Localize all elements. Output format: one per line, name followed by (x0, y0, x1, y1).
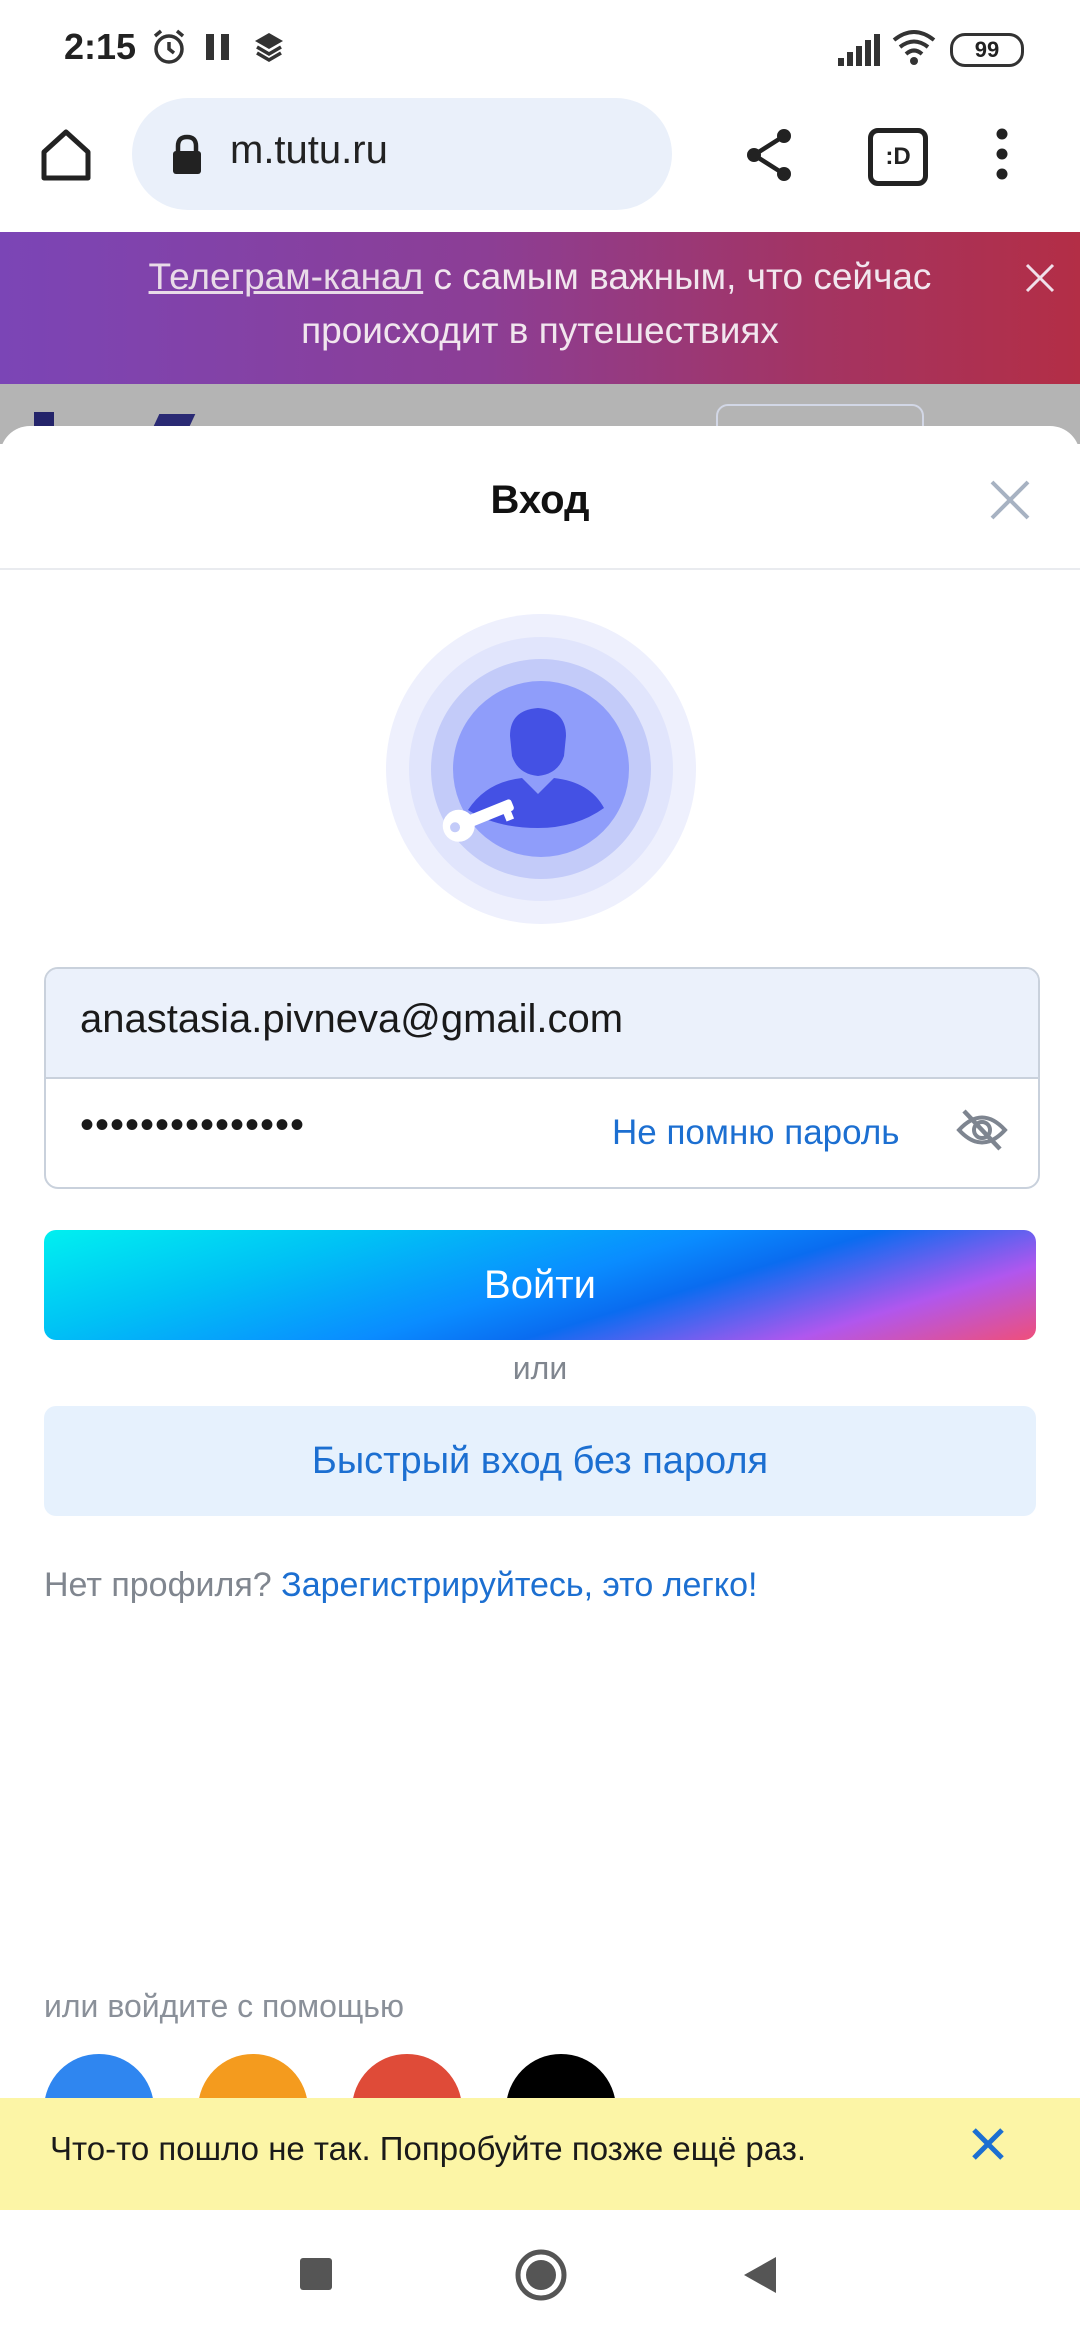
alarm-icon (153, 29, 185, 64)
register-prompt: Нет профиля? (44, 1566, 272, 1604)
sheet-divider (0, 568, 1080, 570)
hide-password-icon[interactable] (956, 1107, 1008, 1153)
forgot-password-link[interactable]: Не помню пароль (612, 1113, 900, 1153)
status-time: 2:15 (64, 26, 137, 67)
close-banner-icon[interactable] (1024, 262, 1056, 294)
tabs-button[interactable]: :D (868, 128, 928, 186)
url-text: m.tutu.ru (230, 128, 388, 172)
signal-icon (838, 34, 880, 66)
register-row: Нет профиля? Зарегистрируйтесь, это легк… (44, 1566, 757, 1605)
wifi-icon (892, 30, 936, 65)
recents-icon[interactable] (300, 2258, 332, 2290)
back-icon[interactable] (740, 2254, 780, 2296)
promo-text: Телеграм-канал с самым важным, что сейча… (60, 250, 1020, 358)
address-bar[interactable] (132, 98, 672, 210)
register-link[interactable]: Зарегистрируйтесь, это легко! (281, 1566, 757, 1604)
quick-login-button[interactable]: Быстрый вход без пароля (44, 1406, 1036, 1516)
more-menu-icon[interactable] (990, 126, 1014, 182)
password-field[interactable]: ••••••••••••••• (80, 1103, 305, 1148)
share-icon[interactable] (742, 126, 796, 184)
user-key-avatar-icon (386, 614, 696, 924)
battery-level: 99 (974, 37, 1000, 62)
toast-message: Что-то пошло не так. Попробуйте позже ещ… (50, 2130, 807, 2167)
telegram-channel-link[interactable]: Телеграм-канал (149, 256, 424, 297)
close-toast-icon[interactable] (968, 2124, 1008, 2164)
login-button[interactable]: Войти (44, 1230, 1036, 1340)
tabs-label: :D (885, 143, 911, 170)
pause-icon (206, 34, 229, 60)
layers-icon (255, 33, 283, 63)
sheet-title: Вход (490, 478, 590, 522)
battery-icon: 99 (950, 33, 1024, 67)
lock-icon (173, 134, 201, 174)
credentials-form: anastasia.pivneva@gmail.com ••••••••••••… (44, 967, 1040, 1189)
home-icon[interactable] (36, 124, 96, 184)
email-value[interactable]: anastasia.pivneva@gmail.com (80, 997, 623, 1042)
home-nav-icon[interactable] (514, 2248, 568, 2302)
or-divider-text: или (512, 1350, 568, 1386)
social-login-label: или войдите с помощью (44, 1988, 404, 2024)
close-sheet-icon[interactable] (988, 478, 1032, 522)
